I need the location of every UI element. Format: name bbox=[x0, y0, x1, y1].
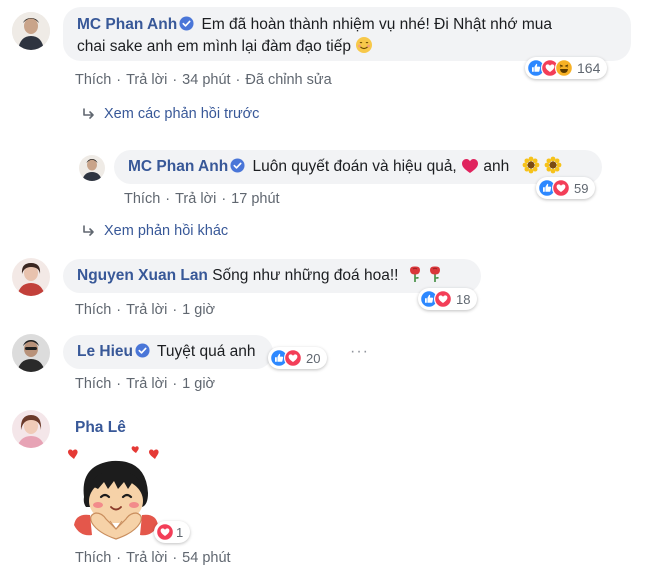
like-link[interactable]: Thích bbox=[75, 72, 111, 88]
like-link[interactable]: Thích bbox=[124, 191, 160, 207]
comment-text: Sống như những đoá hoa!! bbox=[212, 267, 399, 284]
verified-badge-icon bbox=[230, 158, 245, 173]
reaction-count: 20 bbox=[306, 350, 321, 366]
love-reaction-icon bbox=[284, 349, 302, 367]
verified-badge-icon bbox=[179, 16, 194, 31]
avatar[interactable] bbox=[12, 12, 50, 50]
separator: · bbox=[172, 550, 178, 566]
sunflower-emoji-icon bbox=[522, 156, 539, 174]
comment-text: Tuyệt quá anh bbox=[157, 343, 256, 360]
reply-link[interactable]: Trả lời bbox=[126, 72, 167, 88]
reaction-count: 18 bbox=[456, 291, 471, 307]
like-link[interactable]: Thích bbox=[75, 302, 111, 318]
avatar[interactable] bbox=[12, 258, 50, 296]
comment-author[interactable]: Le Hieu bbox=[77, 343, 133, 360]
timestamp[interactable]: 34 phút bbox=[182, 72, 230, 88]
reaction-count: 59 bbox=[574, 180, 589, 196]
reaction-count: 1 bbox=[176, 524, 184, 540]
comment-author[interactable]: MC Phan Anh bbox=[128, 158, 228, 175]
comment-text-suffix: anh bbox=[483, 158, 510, 175]
view-other-replies-label: Xem phản hồi khác bbox=[104, 223, 229, 239]
comment-author[interactable]: MC Phan Anh bbox=[77, 16, 177, 33]
comment-author[interactable]: Pha Lê bbox=[75, 419, 126, 437]
reply-bubble: MC Phan Anh Luôn quyết đoán và hiệu quả,… bbox=[114, 150, 602, 184]
heart-emoji-icon bbox=[462, 159, 479, 173]
comment-text-line2: chai sake anh em mình lại đàm đạo tiếp bbox=[77, 38, 351, 55]
reply-arrow-icon bbox=[82, 225, 96, 237]
rose-emoji-icon bbox=[430, 266, 441, 282]
timestamp[interactable]: 1 giờ bbox=[182, 376, 215, 392]
separator: · bbox=[172, 376, 178, 392]
comment-bubble: Nguyen Xuan Lan Sống như những đoá hoa!! bbox=[63, 259, 481, 293]
separator: · bbox=[165, 191, 171, 207]
separator: · bbox=[172, 302, 178, 318]
view-other-replies-link[interactable]: Xem phản hồi khác bbox=[82, 223, 228, 239]
sunflower-emoji-icon bbox=[544, 156, 562, 174]
timestamp[interactable]: 17 phút bbox=[231, 191, 279, 207]
timestamp[interactable]: 1 giờ bbox=[182, 302, 215, 318]
reactions-summary[interactable]: 164 bbox=[525, 57, 608, 79]
more-options-button[interactable]: ··· bbox=[350, 343, 369, 361]
verified-badge-icon bbox=[135, 343, 150, 358]
separator: · bbox=[221, 191, 227, 207]
reply-arrow-icon bbox=[82, 108, 96, 120]
love-reaction-icon bbox=[434, 290, 452, 308]
reactions-summary[interactable]: 1 bbox=[154, 521, 191, 543]
reactions-summary[interactable]: 20 bbox=[268, 347, 328, 369]
comment-actions: Thích · Trả lời · 34 phút · Đã chỉnh sửa bbox=[75, 72, 332, 88]
separator: · bbox=[235, 72, 241, 88]
love-reaction-icon bbox=[552, 179, 570, 197]
comment-actions: Thích · Trả lời · 1 giờ bbox=[75, 302, 215, 318]
comment-author[interactable]: Nguyen Xuan Lan bbox=[77, 267, 208, 284]
reply-link[interactable]: Trả lời bbox=[126, 376, 167, 392]
haha-reaction-icon bbox=[555, 59, 573, 77]
comment-actions: Thích · Trả lời · 54 phút bbox=[75, 550, 231, 566]
comment-actions: Thích · Trả lời · 1 giờ bbox=[75, 376, 215, 392]
like-link[interactable]: Thích bbox=[75, 550, 111, 566]
reactions-summary[interactable]: 18 bbox=[418, 288, 478, 310]
comment-actions: Thích · Trả lời · 17 phút bbox=[124, 191, 280, 207]
avatar[interactable] bbox=[12, 410, 50, 448]
avatar[interactable] bbox=[12, 334, 50, 372]
view-previous-replies-label: Xem các phản hồi trước bbox=[104, 106, 260, 122]
love-reaction-icon bbox=[156, 523, 174, 541]
smiling-emoji-icon bbox=[356, 37, 373, 53]
like-link[interactable]: Thích bbox=[75, 376, 111, 392]
comment-bubble: Le Hieu Tuyệt quá anh bbox=[63, 335, 273, 369]
reply-link[interactable]: Trả lời bbox=[126, 302, 167, 318]
comment-text: Em đã hoàn thành nhiệm vụ nhé! Đi Nhật n… bbox=[201, 16, 552, 33]
avatar[interactable] bbox=[79, 155, 105, 181]
reactions-summary[interactable]: 59 bbox=[536, 177, 596, 199]
separator: · bbox=[116, 550, 122, 566]
reply-link[interactable]: Trả lời bbox=[126, 550, 167, 566]
separator: · bbox=[116, 376, 122, 392]
separator: · bbox=[172, 72, 178, 88]
reply-link[interactable]: Trả lời bbox=[175, 191, 216, 207]
reaction-count: 164 bbox=[577, 60, 601, 76]
separator: · bbox=[116, 302, 122, 318]
rose-emoji-icon bbox=[409, 266, 420, 282]
comment-text: Luôn quyết đoán và hiệu quả, bbox=[252, 158, 457, 175]
edited-label[interactable]: Đã chỉnh sửa bbox=[245, 72, 331, 88]
comment-bubble: MC Phan Anh Em đã hoàn thành nhiệm vụ nh… bbox=[63, 7, 631, 61]
timestamp[interactable]: 54 phút bbox=[182, 550, 230, 566]
view-previous-replies-link[interactable]: Xem các phản hồi trước bbox=[82, 106, 259, 122]
separator: · bbox=[116, 72, 122, 88]
